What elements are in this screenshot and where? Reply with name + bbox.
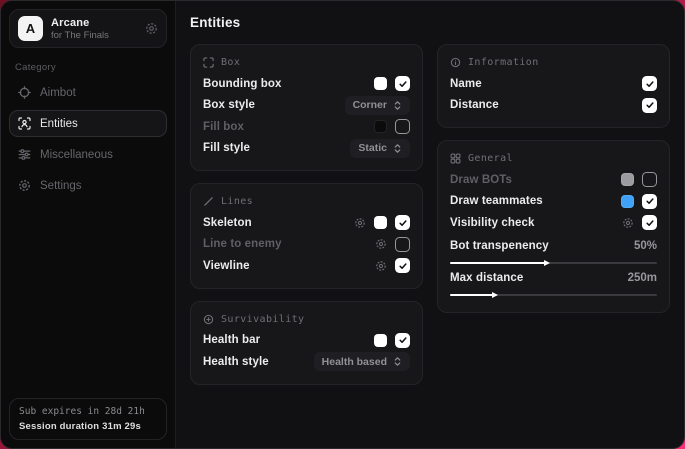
- section-title: Survivability: [221, 314, 304, 325]
- color-swatch[interactable]: [374, 120, 387, 133]
- diagonal-line-icon: [203, 196, 214, 207]
- checkbox[interactable]: [395, 119, 410, 134]
- page-title: Entities: [190, 15, 670, 30]
- sidebar-item-miscellaneous[interactable]: Miscellaneous: [9, 141, 167, 168]
- setting-row-distance: Distance: [450, 95, 657, 117]
- sidebar-item-label: Settings: [40, 180, 82, 192]
- section-title: Information: [468, 57, 539, 68]
- sidebar-item-entities[interactable]: Entities: [9, 110, 167, 137]
- setting-row-viewline: Viewline: [203, 255, 410, 277]
- subscription-box: Sub expires in 28d 21h Session duration …: [9, 398, 167, 440]
- color-swatch[interactable]: [621, 173, 634, 186]
- box-style-dropdown[interactable]: Corner: [345, 96, 410, 115]
- app-name: Arcane: [51, 17, 137, 29]
- section-information: Information Name Distance: [437, 44, 670, 128]
- main-content: Entities Box Bounding box: [176, 1, 684, 448]
- setting-row-fill-box: Fill box: [203, 116, 410, 138]
- section-lines: Lines Skeleton: [190, 183, 423, 289]
- sidebar-item-label: Entities: [40, 118, 78, 130]
- sidebar: A Arcane for The Finals Category: [1, 1, 176, 448]
- section-survivability: Survivability Health bar Health style: [190, 301, 423, 385]
- brand-card: A Arcane for The Finals: [9, 9, 167, 48]
- app-subtitle: for The Finals: [51, 30, 137, 41]
- setting-row-line-to-enemy: Line to enemy: [203, 234, 410, 256]
- updown-arrows-icon: [393, 356, 402, 367]
- gear-icon: [18, 179, 31, 192]
- color-swatch[interactable]: [374, 216, 387, 229]
- slider-fill: [450, 262, 545, 264]
- sub-expiry-text: Sub expires in 28d 21h: [19, 406, 157, 417]
- checkbox[interactable]: [395, 333, 410, 348]
- bot-transparency-slider: Bot transpenency 50%: [450, 237, 657, 264]
- category-label: Category: [15, 62, 167, 73]
- checkbox[interactable]: [395, 76, 410, 91]
- health-icon: [203, 314, 214, 325]
- slider-value: 50%: [634, 240, 657, 252]
- checkbox[interactable]: [642, 76, 657, 91]
- setting-row-skeleton: Skeleton: [203, 212, 410, 234]
- sidebar-item-settings[interactable]: Settings: [9, 172, 167, 199]
- row-settings-gear-icon[interactable]: [375, 260, 387, 272]
- app-window: A Arcane for The Finals Category: [0, 0, 685, 449]
- sidebar-nav: Aimbot Entities: [9, 77, 167, 201]
- info-icon: [450, 57, 461, 68]
- entity-scan-icon: [18, 117, 31, 130]
- checkbox[interactable]: [395, 215, 410, 230]
- sidebar-item-label: Aimbot: [40, 87, 76, 99]
- setting-row-draw-teammates: Draw teammates: [450, 191, 657, 213]
- slider-thumb[interactable]: [492, 292, 498, 298]
- sliders-icon: [18, 148, 31, 161]
- grid-icon: [450, 153, 461, 164]
- section-title: Lines: [221, 196, 253, 207]
- box-corners-icon: [203, 57, 214, 68]
- setting-row-draw-bots: Draw BOTs: [450, 169, 657, 191]
- setting-row-health-style: Health style Health based: [203, 351, 410, 373]
- setting-row-health-bar: Health bar: [203, 330, 410, 352]
- slider-track[interactable]: [450, 294, 657, 296]
- slider-track[interactable]: [450, 262, 657, 264]
- sidebar-item-aimbot[interactable]: Aimbot: [9, 79, 167, 106]
- row-settings-gear-icon[interactable]: [375, 238, 387, 250]
- slider-thumb[interactable]: [544, 260, 550, 266]
- settings-icon[interactable]: [145, 22, 158, 35]
- section-general: General Draw BOTs Draw teammates: [437, 140, 670, 313]
- slider-value: 250m: [628, 272, 657, 284]
- health-style-dropdown[interactable]: Health based: [314, 352, 410, 371]
- section-title: Box: [221, 57, 240, 68]
- setting-row-visibility-check: Visibility check: [450, 212, 657, 234]
- brand-text: Arcane for The Finals: [51, 17, 137, 41]
- max-distance-slider: Max distance 250m: [450, 269, 657, 296]
- setting-row-fill-style: Fill style Static: [203, 138, 410, 160]
- color-swatch[interactable]: [374, 334, 387, 347]
- color-swatch[interactable]: [621, 195, 634, 208]
- sidebar-item-label: Miscellaneous: [40, 149, 113, 161]
- crosshair-icon: [18, 86, 31, 99]
- slider-fill: [450, 294, 493, 296]
- section-box: Box Bounding box Box style: [190, 44, 423, 171]
- setting-row-box-style: Box style Corner: [203, 95, 410, 117]
- logo-letter: A: [26, 21, 35, 36]
- checkbox[interactable]: [642, 215, 657, 230]
- checkbox[interactable]: [642, 172, 657, 187]
- updown-arrows-icon: [393, 143, 402, 154]
- setting-row-name: Name: [450, 73, 657, 95]
- checkbox[interactable]: [395, 237, 410, 252]
- setting-row-bounding-box: Bounding box: [203, 73, 410, 95]
- session-duration-text: Session duration 31m 29s: [19, 421, 157, 432]
- app-logo: A: [18, 16, 43, 41]
- checkbox[interactable]: [395, 258, 410, 273]
- checkbox[interactable]: [642, 98, 657, 113]
- fill-style-dropdown[interactable]: Static: [350, 139, 410, 158]
- section-title: General: [468, 153, 513, 164]
- checkbox[interactable]: [642, 194, 657, 209]
- color-swatch[interactable]: [374, 77, 387, 90]
- updown-arrows-icon: [393, 100, 402, 111]
- row-settings-gear-icon[interactable]: [354, 217, 366, 229]
- row-settings-gear-icon[interactable]: [622, 217, 634, 229]
